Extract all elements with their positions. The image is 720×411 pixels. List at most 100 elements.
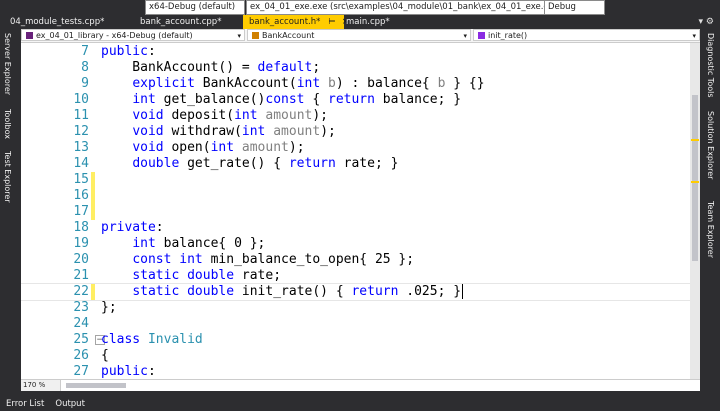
- zoom-level[interactable]: 170 %: [21, 380, 61, 391]
- code-token: double: [132, 156, 180, 171]
- server-explorer-tab[interactable]: Server Explorer: [3, 33, 12, 95]
- project-dropdown[interactable]: ex_04_01_library - x64-Debug (default) ▾: [21, 29, 245, 41]
- code-token: {: [304, 92, 328, 107]
- line-number: 15: [73, 172, 89, 187]
- code-text: double get_rate() { return rate; }: [101, 156, 398, 172]
- code-token: open(: [163, 140, 211, 155]
- code-line: 18 private:: [21, 220, 690, 236]
- code-line: 13 void open(int amount);: [21, 140, 690, 156]
- code-text: {: [101, 348, 109, 364]
- code-text: static double init_rate() { return .025;…: [101, 284, 461, 300]
- configuration-combo[interactable]: Debug: [544, 0, 605, 15]
- code-token: double: [187, 284, 235, 299]
- code-text: explicit BankAccount(int b) : balance{ b…: [101, 76, 484, 92]
- code-token: amount: [265, 124, 321, 139]
- code-text: static double rate;: [101, 268, 281, 284]
- code-token: void: [132, 124, 164, 139]
- pin-icon[interactable]: ⊨: [328, 17, 335, 27]
- code-token: BankAccount() =: [101, 60, 258, 75]
- tab-bank-account-h[interactable]: bank_account.h* ⊨ ×: [243, 15, 349, 29]
- error-list-tab[interactable]: Error List: [6, 399, 44, 409]
- line-number: 20: [73, 252, 89, 267]
- tab-overflow-gear-icon[interactable]: ▾ ⚙: [699, 15, 714, 29]
- horizontal-scrollbar-thumb[interactable]: [66, 383, 126, 388]
- line-number: 7: [81, 44, 89, 59]
- code-token: rate;: [234, 268, 282, 283]
- code-line: 24: [21, 316, 690, 332]
- tab-main-cpp[interactable]: main.cpp*: [340, 15, 412, 29]
- chevron-down-icon: ▾: [463, 32, 467, 40]
- code-line: 27 public:: [21, 364, 690, 379]
- class-dropdown-label: BankAccount: [262, 31, 315, 40]
- line-number: 27: [73, 364, 89, 379]
- document-tabs: 04_module_tests.cpp* bank_account.cpp* b…: [0, 15, 720, 29]
- code-text: private:: [101, 220, 164, 236]
- line-number: 13: [73, 140, 89, 155]
- code-line: 17: [21, 204, 690, 220]
- code-line: 8 BankAccount() = default;: [21, 60, 690, 76]
- code-token: public: [101, 364, 148, 379]
- vertical-scrollbar[interactable]: [690, 43, 700, 379]
- code-token: int: [179, 252, 203, 267]
- code-line: 9 explicit BankAccount(int b) : balance{…: [21, 76, 690, 92]
- startup-item-combo[interactable]: ex_04_01_exe.exe (src\examples\04_module…: [246, 0, 545, 15]
- line-number: 8: [81, 60, 89, 75]
- change-indicator: [91, 284, 95, 300]
- tab-bank-account-cpp[interactable]: bank_account.cpp*: [134, 15, 246, 29]
- code-editor[interactable]: 7 public: 8 BankAccount() = default; 9 expl…: [21, 43, 690, 379]
- code-line: 16: [21, 188, 690, 204]
- code-token: return: [351, 284, 399, 299]
- code-text: int get_balance()const { return balance;…: [101, 92, 461, 108]
- code-token: .025; }: [398, 284, 462, 299]
- code-text: BankAccount() = default;: [101, 60, 320, 76]
- scrollbar-thumb[interactable]: [692, 95, 698, 261]
- tab-04-module-tests[interactable]: 04_module_tests.cpp*: [4, 15, 136, 29]
- change-marker: [691, 139, 699, 141]
- code-text: void deposit(int amount);: [101, 108, 328, 124]
- code-line: 26 {: [21, 348, 690, 364]
- diagnostic-tools-tab[interactable]: Diagnostic Tools: [706, 33, 715, 98]
- code-token: double: [187, 268, 235, 283]
- code-token: amount: [234, 140, 289, 155]
- line-number: 14: [73, 156, 89, 171]
- toolbox-tab[interactable]: Toolbox: [3, 109, 12, 139]
- code-token: int: [234, 108, 258, 123]
- solution-explorer-tab[interactable]: Solution Explorer: [706, 111, 715, 179]
- code-token: );: [312, 108, 329, 123]
- code-line: 23};: [21, 300, 690, 316]
- test-explorer-tab[interactable]: Test Explorer: [3, 151, 12, 203]
- member-dropdown[interactable]: init_rate() ▾: [473, 29, 700, 41]
- top-toolbar: x64-Debug (default) ex_04_01_exe.exe (sr…: [0, 0, 720, 15]
- line-number: 12: [73, 124, 89, 139]
- code-text: public:: [101, 364, 156, 379]
- code-token: int: [132, 236, 156, 251]
- code-token: explicit: [132, 76, 195, 91]
- code-token: const: [132, 252, 172, 267]
- code-token: ) : balance{: [335, 76, 438, 91]
- code-token: );: [288, 140, 305, 155]
- line-number: 9: [81, 76, 89, 91]
- chevron-down-icon: ▾: [692, 32, 696, 40]
- code-line: 15: [21, 172, 690, 188]
- code-token: return: [288, 156, 336, 171]
- class-dropdown[interactable]: BankAccount ▾: [247, 29, 471, 41]
- code-token: balance{ 0 };: [155, 236, 266, 251]
- code-token: get_rate() {: [179, 156, 289, 171]
- code-token: };: [101, 300, 117, 315]
- output-tab[interactable]: Output: [55, 399, 85, 409]
- team-explorer-tab[interactable]: Team Explorer: [706, 201, 715, 258]
- line-number: 21: [73, 268, 89, 283]
- code-line: 20 const int min_balance_to_open{ 25 };: [21, 252, 690, 268]
- line-number: 10: [73, 92, 89, 107]
- chevron-down-icon: ▾: [237, 32, 241, 40]
- code-token: :: [147, 44, 156, 59]
- tab-label: bank_account.h*: [249, 17, 321, 27]
- platform-combo[interactable]: x64-Debug (default): [145, 0, 245, 15]
